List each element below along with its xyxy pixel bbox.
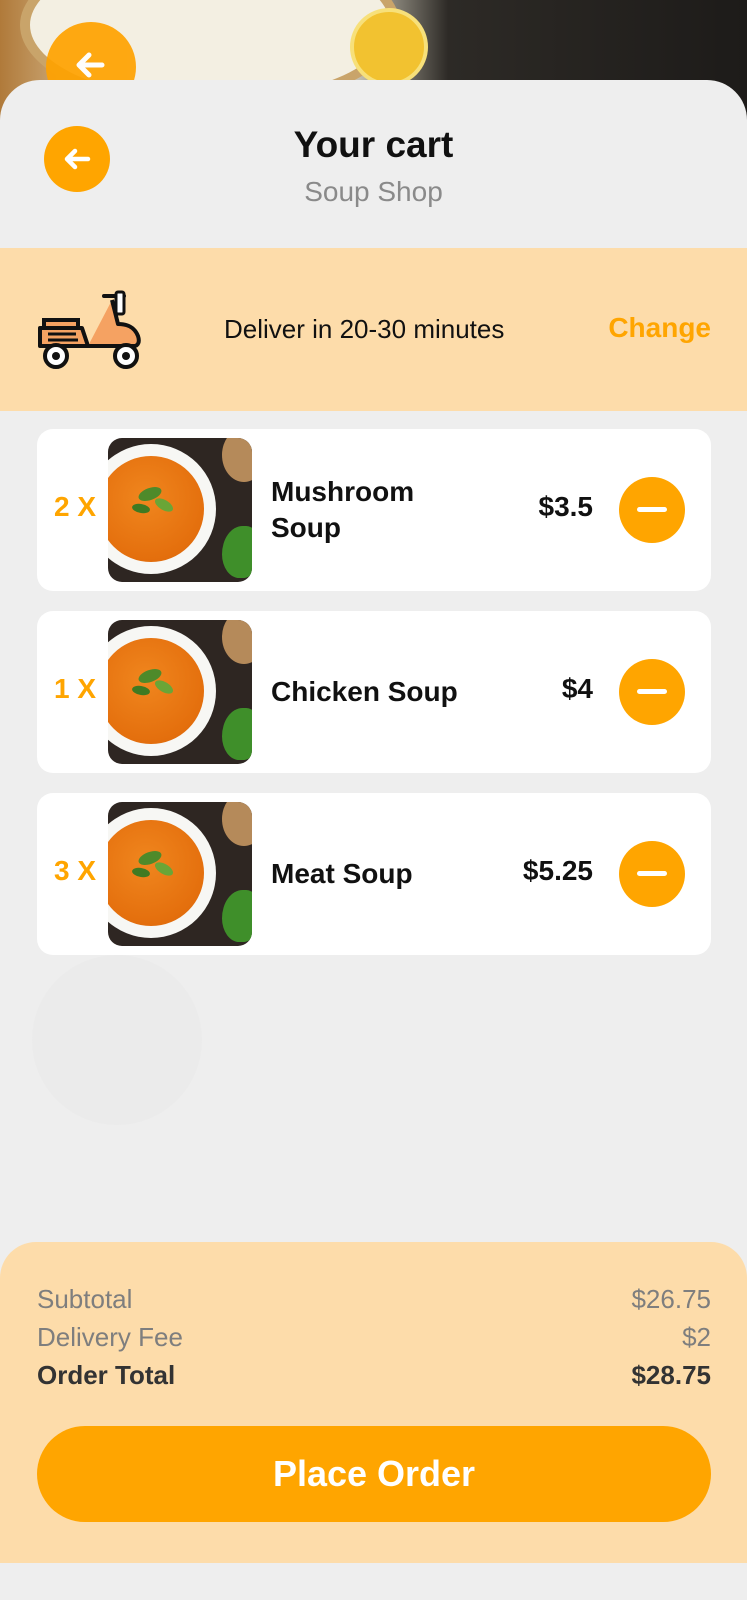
order-total-value: $28.75 — [631, 1360, 711, 1390]
item-price: $3.5 — [538, 491, 594, 522]
remove-item-button[interactable] — [619, 841, 685, 907]
item-quantity: 2 X — [54, 491, 97, 522]
scooter-icon — [38, 290, 141, 369]
cart-item: 1 X Chicken Soup $4 — [37, 611, 711, 773]
cart-item: 3 X Meat Soup $5.25 — [37, 793, 711, 955]
delivery-fee-label: Delivery Fee — [37, 1322, 183, 1352]
item-quantity: 3 X — [54, 855, 97, 886]
item-price: $5.25 — [522, 855, 593, 886]
subtotal-value: $26.75 — [631, 1284, 711, 1314]
item-image — [108, 802, 252, 946]
remove-item-button[interactable] — [619, 477, 685, 543]
item-name: Mushroom Soup — [271, 476, 415, 543]
subtotal-row: Subtotal $26.75 — [37, 1284, 711, 1315]
item-quantity: 1 X — [54, 673, 97, 704]
cart-item: 2 X Mushroom Soup $3.5 — [37, 429, 711, 591]
delivery-fee-value: $2 — [682, 1322, 711, 1352]
place-order-button[interactable]: Place Order — [37, 1426, 711, 1522]
faint-decoration — [32, 955, 202, 1125]
minus-icon — [637, 871, 667, 876]
item-image — [108, 438, 252, 582]
background-lemon — [350, 8, 428, 86]
order-summary: Subtotal $26.75 Delivery Fee $2 Order To… — [0, 1242, 747, 1600]
bottom-safe-area — [0, 1563, 747, 1600]
change-delivery-link[interactable]: Change — [608, 312, 711, 344]
shop-name: Soup Shop — [304, 176, 443, 207]
minus-icon — [637, 507, 667, 512]
item-price: $4 — [561, 673, 593, 704]
delivery-banner: Deliver in 20-30 minutes Change — [0, 248, 747, 411]
minus-icon — [637, 689, 667, 694]
item-name: Meat Soup — [271, 858, 413, 889]
delivery-time-text: Deliver in 20-30 minutes — [224, 314, 505, 344]
item-image — [108, 620, 252, 764]
item-name: Chicken Soup — [271, 676, 458, 707]
delivery-fee-row: Delivery Fee $2 — [37, 1322, 711, 1353]
order-total-row: Order Total $28.75 — [37, 1360, 711, 1391]
remove-item-button[interactable] — [619, 659, 685, 725]
subtotal-label: Subtotal — [37, 1284, 133, 1314]
cart-sheet: Your cart Soup Shop Deliver in 20-30 min… — [0, 80, 747, 1600]
page-title: Your cart — [293, 124, 454, 165]
order-total-label: Order Total — [37, 1360, 176, 1390]
